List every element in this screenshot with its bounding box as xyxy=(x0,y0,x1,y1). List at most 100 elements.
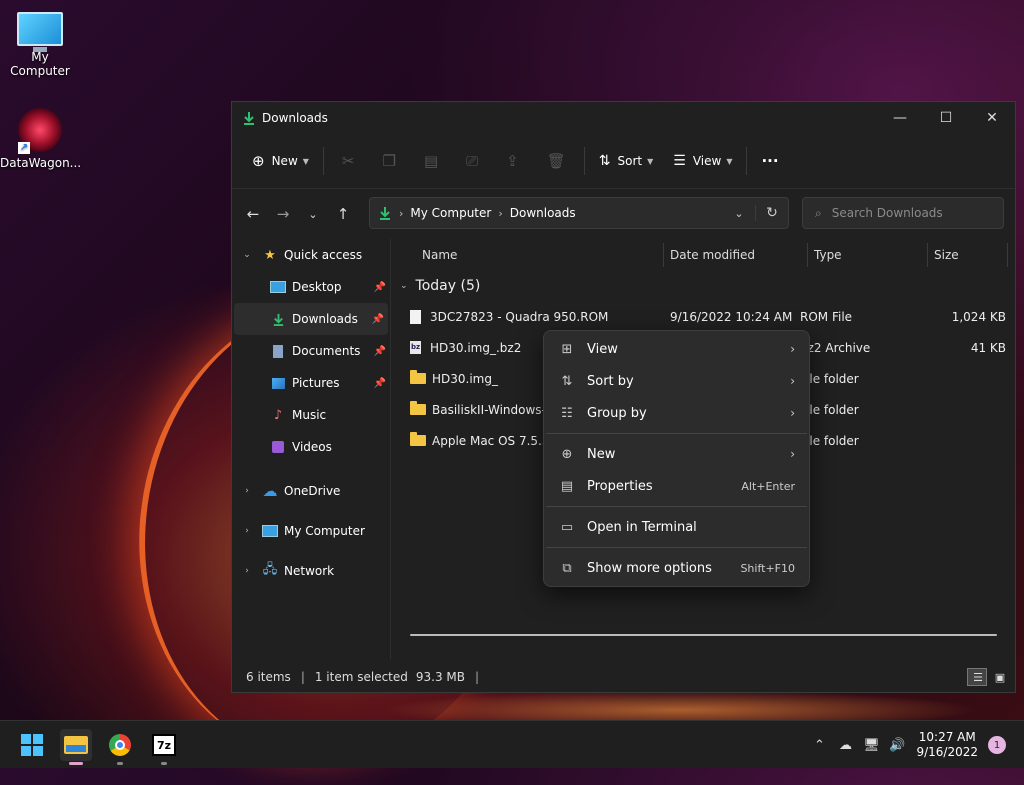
sort-button[interactable]: ⇅ Sort ▼ xyxy=(589,145,664,177)
title-bar[interactable]: Downloads — ☐ ✕ xyxy=(232,102,1015,134)
paste-button[interactable]: ▤ xyxy=(410,145,452,177)
copy-button[interactable]: ❐ xyxy=(369,145,410,177)
desktop-icon-datawagon[interactable]: ↗ DataWagon... xyxy=(0,108,81,170)
cut-button[interactable]: ✂ xyxy=(328,145,369,177)
sidebar-item-label: Desktop xyxy=(292,280,342,294)
sidebar-item-music[interactable]: ♪ Music xyxy=(232,399,390,431)
sidebar-quick-access[interactable]: ⌄ ★ Quick access xyxy=(232,239,390,271)
folder-icon xyxy=(410,432,426,446)
refresh-button[interactable]: ↻ xyxy=(755,205,788,221)
sidebar-item-label: Quick access xyxy=(284,248,363,262)
forward-button[interactable]: → xyxy=(268,205,298,223)
sidebar-item-label: OneDrive xyxy=(284,484,341,498)
file-name: HD30.img_ xyxy=(432,371,498,386)
column-type[interactable]: Type xyxy=(808,243,928,267)
minimize-button[interactable]: — xyxy=(877,102,923,134)
breadcrumb-downloads[interactable]: Downloads xyxy=(510,206,576,220)
download-icon xyxy=(244,112,254,125)
sidebar-item-network[interactable]: › 🖧 Network xyxy=(232,551,390,591)
download-icon xyxy=(270,311,286,327)
tiles-view-button[interactable]: ▣ xyxy=(989,668,1009,686)
menu-item-open-terminal[interactable]: ▭ Open in Terminal xyxy=(544,511,809,543)
search-input[interactable] xyxy=(829,205,984,221)
close-button[interactable]: ✕ xyxy=(969,102,1015,134)
file-name: Apple Mac OS 7.5.3 xyxy=(432,433,550,448)
share-icon: ⇪ xyxy=(506,152,519,170)
sidebar-item-desktop[interactable]: Desktop 📌 xyxy=(232,271,390,303)
sidebar-item-pictures[interactable]: Pictures 📌 xyxy=(232,367,390,399)
recent-locations-button[interactable]: ⌄ xyxy=(298,208,328,221)
clock-date: 9/16/2022 xyxy=(916,745,978,759)
file-name: HD30.img_.bz2 xyxy=(430,340,522,355)
chevron-right-icon: › xyxy=(245,566,249,576)
view-button[interactable]: ☰ View ▼ xyxy=(663,145,742,177)
clock[interactable]: 10:27 AM 9/16/2022 xyxy=(916,730,978,760)
pin-icon: 📌 xyxy=(373,281,386,293)
file-type: File folder xyxy=(800,433,859,448)
delete-button[interactable]: 🗑 xyxy=(533,145,580,177)
videos-icon xyxy=(270,439,286,455)
rename-button[interactable]: ⎚ xyxy=(452,145,492,177)
window-title: Downloads xyxy=(262,111,328,125)
details-view-button[interactable]: ☰ xyxy=(967,668,987,686)
search-icon: ⌕ xyxy=(815,205,822,220)
clipboard-icon: ▤ xyxy=(423,152,439,170)
search-box[interactable]: ⌕ xyxy=(802,197,1004,229)
menu-item-properties[interactable]: ▤ Properties Alt+Enter xyxy=(544,470,809,502)
up-button[interactable]: ↑ xyxy=(328,205,358,223)
menu-item-group-by[interactable]: ☷ Group by › xyxy=(544,397,809,429)
maximize-button[interactable]: ☐ xyxy=(923,102,969,134)
menu-divider xyxy=(546,433,807,434)
more-options-button[interactable]: ··· xyxy=(751,145,788,177)
notification-badge[interactable]: 1 xyxy=(988,736,1006,754)
new-button[interactable]: ⊕ New ▼ xyxy=(242,145,319,177)
address-history-button[interactable]: ⌄ xyxy=(723,207,755,220)
divider xyxy=(322,147,324,175)
chrome-icon xyxy=(109,734,131,756)
sidebar-item-videos[interactable]: Videos xyxy=(232,431,390,463)
cloud-offline-icon[interactable]: ☁ xyxy=(832,738,858,753)
music-icon: ♪ xyxy=(273,407,283,423)
horizontal-scrollbar[interactable] xyxy=(410,634,997,636)
chevron-up-icon[interactable]: ⌃ xyxy=(806,738,832,753)
address-bar[interactable]: › My Computer › Downloads ⌄ ↻ xyxy=(369,197,789,229)
chevron-right-icon: › xyxy=(245,486,249,496)
chevron-down-icon: ⌄ xyxy=(243,250,251,260)
external-icon: ⧉ xyxy=(562,560,572,576)
refresh-icon: ↻ xyxy=(766,205,778,221)
system-tray: ⌃ ☁ 🖥 🔊 10:27 AM 9/16/2022 1 xyxy=(806,721,1024,769)
folder-icon xyxy=(64,736,88,754)
column-size[interactable]: Size xyxy=(928,243,1008,267)
chevron-down-icon: ▼ xyxy=(726,156,733,166)
group-header[interactable]: ⌄ Today (5) xyxy=(392,271,1015,301)
context-menu: ⊞ View › ⇅ Sort by › ☷ Group by › ⊕ New … xyxy=(543,330,810,587)
menu-item-new[interactable]: ⊕ New › xyxy=(544,438,809,470)
column-date-modified[interactable]: Date modified xyxy=(664,243,808,267)
network-icon: 🖧 xyxy=(262,562,278,577)
arrow-right-icon: → xyxy=(276,205,290,223)
menu-item-show-more-options[interactable]: ⧉ Show more options Shift+F10 xyxy=(544,552,809,584)
taskbar-7zip[interactable]: 7z xyxy=(148,729,180,765)
share-button[interactable]: ⇪ xyxy=(492,145,533,177)
running-indicator xyxy=(161,762,167,765)
column-name[interactable]: Name xyxy=(392,243,664,267)
sidebar-item-my-computer[interactable]: › My Computer xyxy=(232,511,390,551)
sidebar-item-onedrive[interactable]: › ☁ OneDrive xyxy=(232,471,390,511)
tiles-view-icon: ▣ xyxy=(994,670,1006,684)
desktop-icon-my-computer[interactable]: My Computer xyxy=(0,12,80,78)
terminal-icon: ▭ xyxy=(560,519,574,535)
back-button[interactable]: ← xyxy=(238,205,268,223)
chevron-down-icon: ▼ xyxy=(302,156,309,166)
sidebar-item-documents[interactable]: Documents 📌 xyxy=(232,335,390,367)
menu-item-sort-by[interactable]: ⇅ Sort by › xyxy=(544,365,809,397)
taskbar-file-explorer[interactable] xyxy=(60,729,92,765)
sidebar-item-downloads[interactable]: Downloads 📌 xyxy=(234,303,388,335)
menu-item-view[interactable]: ⊞ View › xyxy=(544,333,809,365)
network-icon[interactable]: 🖥 xyxy=(858,738,884,753)
start-button[interactable] xyxy=(16,729,48,761)
file-type: File folder xyxy=(800,371,859,386)
breadcrumb-my-computer[interactable]: My Computer xyxy=(410,206,491,220)
taskbar-chrome[interactable] xyxy=(104,729,136,765)
table-row[interactable]: 3DC27823 - Quadra 950.ROM 9/16/2022 10:2… xyxy=(392,301,1015,332)
speaker-icon[interactable]: 🔊 xyxy=(884,738,910,753)
